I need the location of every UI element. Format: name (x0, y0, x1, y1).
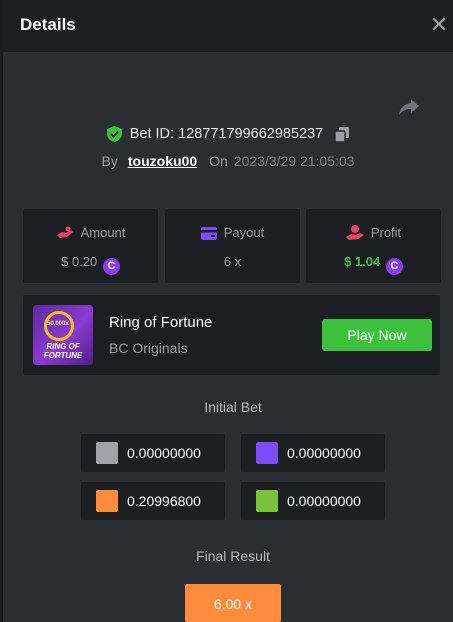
profit-value: $ 1.04 (344, 254, 381, 269)
game-card: 50,000x RING OF FORTUNE Ring of Fortune … (23, 295, 440, 375)
final-result-badge: 6.00 x (185, 584, 281, 622)
amount-label: Amount (80, 225, 126, 240)
bet-id-row: Bet ID: 128771799662985237 (3, 126, 453, 143)
amount-value-row: $ 0.20 C (23, 254, 158, 275)
profit-label-row: Profit (306, 225, 441, 240)
payout-label-row: Payout (165, 225, 300, 240)
amount-icon (56, 226, 73, 238)
coin-icon: C (102, 258, 120, 275)
payout-value: 6 x (223, 254, 242, 269)
payout-card: Payout 6 x (165, 209, 300, 283)
thumbnail-multiplier: 50,000x (47, 321, 69, 327)
modal-header: Details ✕ (3, 0, 453, 52)
initial-bet-title: Initial Bet (204, 399, 262, 415)
coin-icon: C (385, 258, 403, 275)
game-provider: BC Originals (109, 340, 188, 356)
bet-tile-green: 0.00000000 (241, 482, 385, 520)
final-result-title: Final Result (196, 548, 270, 564)
bet-author-row: By touzoku00 On 2023/3/29 21:05:03 (3, 153, 453, 169)
profit-icon (345, 225, 364, 240)
profit-card: Profit $ 1.04 C (306, 209, 441, 283)
username-link[interactable]: touzoku00 (128, 153, 197, 169)
bet-tile-purple: 0.00000000 (241, 434, 385, 472)
on-label: On (209, 153, 228, 169)
bet-date: 2023/3/29 21:05:03 (233, 153, 355, 169)
share-icon[interactable] (398, 95, 420, 117)
game-thumbnail[interactable]: 50,000x RING OF FORTUNE (33, 305, 93, 365)
play-now-button[interactable]: Play Now (322, 319, 432, 351)
modal-title: Details (20, 15, 76, 34)
bet-tile-orange: 0.20996800 (81, 482, 225, 520)
thumbnail-title-line2: FORTUNE (43, 351, 83, 360)
bet-amount: 0.20996800 (127, 493, 201, 509)
payout-label: Payout (223, 225, 265, 240)
bet-amount: 0.00000000 (287, 493, 361, 509)
color-swatch-orange (96, 490, 118, 512)
profit-label: Profit (370, 225, 402, 240)
by-label: By (101, 153, 118, 169)
color-swatch-purple (256, 442, 278, 464)
bet-tile-gray: 0.00000000 (81, 434, 225, 472)
game-name: Ring of Fortune (109, 314, 213, 331)
amount-label-row: Amount (23, 225, 158, 240)
shield-check-icon (106, 126, 122, 143)
amount-card: Amount $ 0.20 C (23, 209, 158, 283)
thumbnail-title-line1: RING OF (46, 342, 80, 351)
bet-id: Bet ID: 128771799662985237 (129, 126, 324, 143)
color-swatch-gray (96, 442, 118, 464)
bet-amount: 0.00000000 (287, 445, 361, 461)
copy-icon[interactable] (334, 126, 350, 143)
close-icon[interactable]: ✕ (427, 13, 451, 37)
amount-value: $ 0.20 (61, 254, 98, 269)
bet-details-modal: Details ✕ Bet ID: 128771799662985237 By t… (3, 0, 453, 622)
bet-amount: 0.00000000 (127, 445, 201, 461)
wallet-icon (200, 227, 217, 240)
color-swatch-green (256, 490, 278, 512)
profit-value-row: $ 1.04 C (306, 254, 441, 275)
